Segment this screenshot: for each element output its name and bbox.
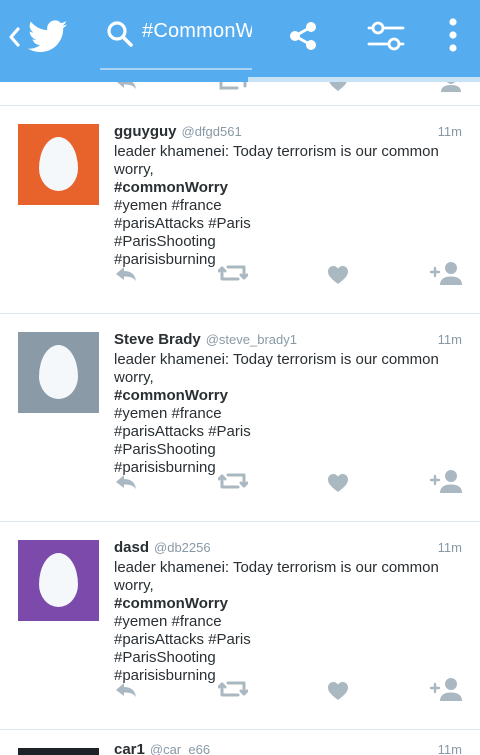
tweet-text-line: worry, [114, 577, 154, 594]
tweet-timestamp: 11m [437, 332, 462, 347]
divider [0, 729, 480, 730]
hashtag-line[interactable]: #yemen #france [114, 613, 464, 631]
twitter-bird-icon [28, 20, 68, 52]
follow-user-icon[interactable] [429, 674, 463, 704]
tweet-timestamp: 11m [437, 124, 462, 139]
like-heart-icon[interactable] [326, 258, 350, 288]
tweet-text-line: leader khamenei: Today terrorism is our … [114, 351, 439, 368]
follow-user-icon[interactable] [429, 258, 463, 288]
tweet-text: leader khamenei: Today terrorism is our … [114, 559, 464, 685]
user-handle[interactable]: @dfgd561 [182, 124, 242, 139]
tweet-text: leader khamenei: Today terrorism is our … [114, 351, 464, 477]
user-handle[interactable]: @steve_brady1 [206, 332, 297, 347]
user-name[interactable]: Steve Brady [114, 331, 201, 348]
user-name[interactable]: dasd [114, 539, 149, 556]
user-name[interactable]: car1 [114, 744, 145, 755]
retweet-icon[interactable] [217, 674, 249, 704]
avatar[interactable] [18, 332, 99, 413]
retweet-icon[interactable] [217, 258, 249, 288]
chevron-left-icon [9, 27, 20, 47]
avatar[interactable] [18, 124, 99, 205]
reply-icon[interactable] [113, 258, 139, 288]
avatar[interactable] [18, 540, 99, 621]
tweet-timestamp: 11m [437, 745, 462, 755]
tweet-text: leader khamenei: Today terrorism is our … [114, 143, 464, 269]
user-handle[interactable]: @db2256 [154, 540, 211, 555]
retweet-icon[interactable] [217, 466, 249, 496]
hashtag-line[interactable]: #parisAttacks #Paris [114, 631, 464, 649]
app-bar: #CommonWorry [0, 0, 480, 77]
hashtag-highlight[interactable]: #commonWorry [114, 179, 464, 197]
hashtag-line[interactable]: #parisAttacks #Paris [114, 215, 464, 233]
tweet-actions [0, 466, 480, 496]
default-egg-avatar-icon [39, 137, 78, 191]
hashtag-line[interactable]: #yemen #france [114, 405, 464, 423]
tweet-header: dasd @db2256 [114, 539, 464, 559]
search-field[interactable]: #CommonWorry [100, 14, 252, 70]
back-button[interactable] [8, 20, 72, 54]
tweet-actions [0, 674, 480, 704]
hashtag-line[interactable]: #yemen #france [114, 197, 464, 215]
tweet-header: Steve Brady @steve_brady1 [114, 331, 464, 351]
reply-icon[interactable] [113, 674, 139, 704]
tweet-text-line: leader khamenei: Today terrorism is our … [114, 559, 439, 576]
hashtag-line[interactable]: #ParisShooting [114, 441, 464, 459]
tweet-card[interactable]: gguyguy @dfgd561 11m leader khamenei: Tod… [0, 106, 480, 314]
default-egg-avatar-icon [39, 553, 78, 607]
tweet-text-line: worry, [114, 369, 154, 386]
search-icon [107, 21, 133, 47]
follow-user-icon[interactable] [429, 466, 463, 496]
tweet-text-line: leader khamenei: Today terrorism is our … [114, 143, 439, 160]
search-query[interactable]: #CommonWorry [142, 20, 252, 43]
avatar[interactable] [18, 748, 99, 755]
reply-icon[interactable] [113, 466, 139, 496]
tweet-header: car1 @car_e66 [114, 744, 464, 755]
tweet-timestamp: 11m [437, 540, 462, 555]
more-vertical-icon[interactable] [444, 16, 462, 56]
tweet-card[interactable]: dasd @db2256 11m leader khamenei: Today t… [0, 522, 480, 730]
hashtag-line[interactable]: #ParisShooting [114, 649, 464, 667]
tweet-card[interactable]: Steve Brady @steve_brady1 11m leader kham… [0, 314, 480, 522]
hashtag-highlight[interactable]: #commonWorry [114, 387, 464, 405]
tweet-header: gguyguy @dfgd561 [114, 123, 464, 143]
share-icon[interactable] [287, 20, 319, 52]
previous-tweet-action-icons[interactable] [0, 82, 480, 98]
hashtag-line[interactable]: #parisAttacks #Paris [114, 423, 464, 441]
like-heart-icon[interactable] [326, 674, 350, 704]
hashtag-highlight[interactable]: #commonWorry [114, 595, 464, 613]
user-handle[interactable]: @car_e66 [150, 744, 210, 755]
hashtag-line[interactable]: #ParisShooting [114, 233, 464, 251]
default-egg-avatar-icon [39, 345, 78, 399]
previous-tweet-actions [0, 82, 480, 106]
user-name[interactable]: gguyguy [114, 123, 177, 140]
tweet-actions [0, 258, 480, 288]
tweet-text-line: worry, [114, 161, 154, 178]
like-heart-icon[interactable] [326, 466, 350, 496]
filter-sliders-icon[interactable] [367, 18, 405, 54]
